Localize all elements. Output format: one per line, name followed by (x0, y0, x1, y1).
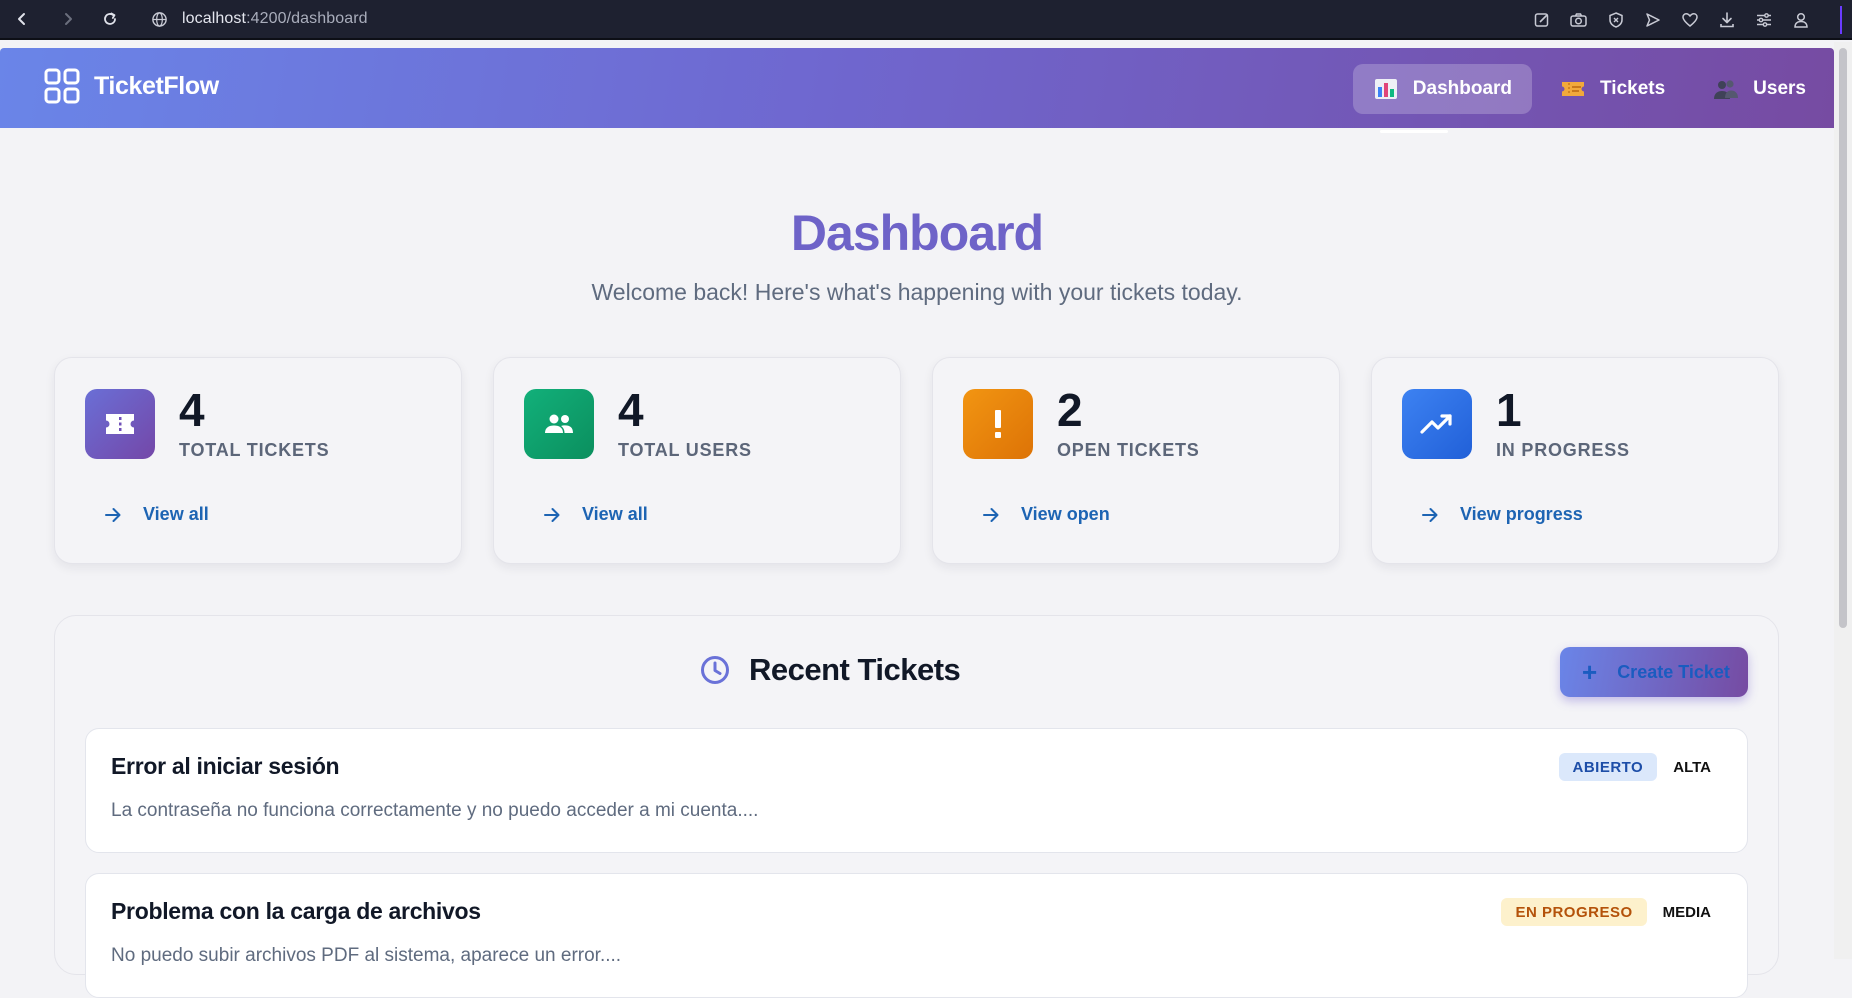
ticket-card[interactable]: Problema con la carga de archivos No pue… (85, 873, 1748, 998)
arrow-right-icon (983, 507, 999, 522)
people-icon (524, 389, 594, 459)
priority-badge: MEDIA (1662, 903, 1711, 921)
browser-tools (1530, 0, 1812, 40)
url-path: :4200/dashboard (246, 10, 368, 27)
view-open-link[interactable]: View open (981, 504, 1110, 525)
recent-tickets-title: Recent Tickets (749, 652, 961, 687)
page-scrollbar[interactable] (1834, 42, 1852, 959)
download-icon[interactable] (1715, 9, 1738, 32)
clock-icon (701, 656, 729, 684)
url-host: localhost (182, 10, 247, 27)
ticket-badges: ABIERTO ALTA (1558, 753, 1718, 781)
link-label: View all (143, 504, 209, 524)
stat-card-open-tickets: 2 OPEN TICKETS View open (932, 357, 1340, 564)
ticket-title: Problema con la carga de archivos (111, 898, 481, 924)
ticket-description: No puedo subir archivos PDF al sistema, … (111, 945, 622, 966)
address-bar[interactable]: localhost:4200/dashboard (182, 10, 368, 28)
nav-dashboard[interactable]: Dashboard (1352, 64, 1533, 114)
stat-value: 2 (1057, 384, 1083, 436)
chart-icon (1373, 77, 1399, 101)
heart-icon[interactable] (1678, 9, 1701, 32)
stat-value: 4 (618, 384, 644, 436)
camera-icon[interactable] (1567, 9, 1590, 32)
stat-value: 4 (179, 384, 205, 436)
nav-tickets[interactable]: Tickets (1540, 64, 1685, 114)
view-all-users-link[interactable]: View all (542, 504, 648, 525)
users-icon (1713, 77, 1739, 101)
ticket-description: La contraseña no funciona correctamente … (111, 800, 759, 821)
forward-icon[interactable] (50, 1, 86, 37)
ticket-card[interactable]: Error al iniciar sesión La contraseña no… (85, 728, 1748, 853)
stat-label: IN PROGRESS (1496, 440, 1630, 460)
view-progress-link[interactable]: View progress (1420, 504, 1583, 525)
recent-tickets-panel: Recent Tickets + Create Ticket Error al … (54, 615, 1779, 998)
link-label: View open (1021, 504, 1110, 524)
ticket-title: Error al iniciar sesión (111, 753, 340, 779)
link-label: View progress (1460, 504, 1583, 524)
arrow-right-icon (544, 507, 560, 522)
brand[interactable]: TicketFlow (44, 68, 219, 104)
stat-value: 1 (1496, 384, 1522, 436)
reload-icon[interactable] (92, 1, 128, 37)
nav-label: Users (1753, 78, 1806, 99)
profile-icon[interactable] (1789, 9, 1812, 32)
page-subtitle: Welcome back! Here's what's happening wi… (591, 279, 1243, 305)
view-all-tickets-link[interactable]: View all (103, 504, 209, 525)
status-badge: ABIERTO (1558, 753, 1658, 781)
nav-label: Tickets (1600, 78, 1666, 99)
shield-icon[interactable] (1604, 9, 1627, 32)
priority-badge: ALTA (1673, 758, 1711, 776)
settings-sliders-icon[interactable] (1752, 9, 1775, 32)
globe-icon (148, 8, 170, 30)
grid-icon (44, 68, 80, 104)
arrow-right-icon (1422, 507, 1438, 522)
send-icon[interactable] (1641, 9, 1664, 32)
ticket-badges: EN PROGRESO MEDIA (1501, 898, 1717, 926)
nav-label: Dashboard (1412, 78, 1513, 99)
edit-icon[interactable] (1530, 9, 1553, 32)
stat-label: OPEN TICKETS (1057, 440, 1200, 460)
main-nav: Dashboard Tickets Users (1352, 64, 1834, 114)
link-label: View all (582, 504, 648, 524)
active-nav-indicator (1380, 130, 1448, 133)
scrollbar-thumb[interactable] (1839, 48, 1847, 628)
back-icon[interactable] (4, 1, 40, 37)
sidebar-toggle[interactable] (1840, 6, 1852, 34)
stat-card-in-progress: 1 IN PROGRESS View progress (1371, 357, 1779, 564)
app-header: TicketFlow Dashboard Tickets Users (0, 48, 1834, 128)
trending-up-icon (1402, 389, 1472, 459)
ticket-icon (85, 389, 155, 459)
page-title: Dashboard (790, 205, 1044, 261)
stat-label: TOTAL USERS (618, 440, 752, 460)
stat-card-total-tickets: 4 TOTAL TICKETS View all (54, 357, 462, 564)
create-ticket-label: Create Ticket (1617, 661, 1730, 682)
stat-card-total-users: 4 TOTAL USERS View all (493, 357, 901, 564)
brand-name: TicketFlow (94, 71, 219, 100)
arrow-right-icon (105, 507, 121, 522)
plus-icon: + (1582, 657, 1598, 687)
browser-toolbar: localhost:4200/dashboard (0, 0, 1852, 40)
status-badge: EN PROGRESO (1501, 898, 1647, 926)
recent-tickets-heading: Recent Tickets (699, 652, 961, 688)
create-ticket-button[interactable]: + Create Ticket (1560, 647, 1748, 697)
stat-label: TOTAL TICKETS (179, 440, 330, 460)
exclamation-icon (963, 389, 1033, 459)
nav-users[interactable]: Users (1693, 64, 1826, 114)
ticket-icon (1560, 77, 1586, 101)
